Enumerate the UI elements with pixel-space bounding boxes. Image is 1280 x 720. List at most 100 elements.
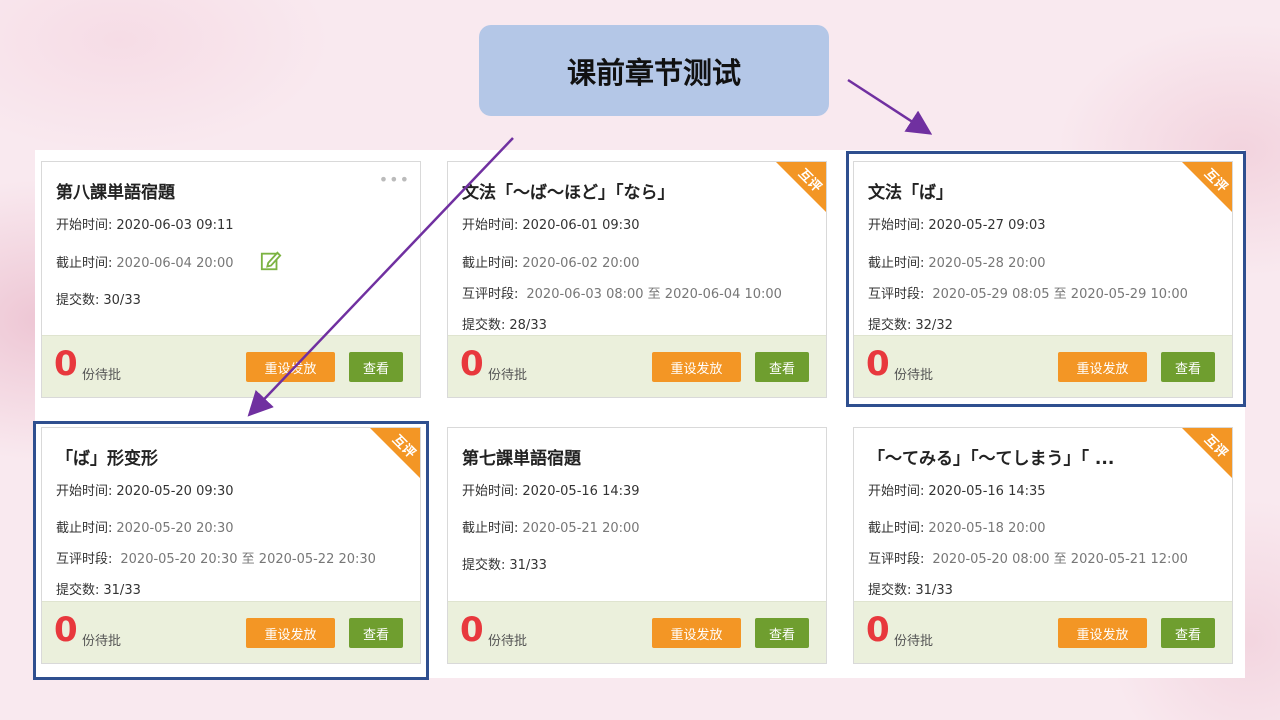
card-title[interactable]: 文法「ば」 (868, 178, 1192, 203)
submissions-row: 提交数: 32/32 (868, 314, 953, 333)
start-time-row: 开始时间: 2020-05-16 14:35 (868, 480, 1046, 499)
assignment-panel: ••• 第八課単語宿題 开始时间: 2020-06-03 09:11 截止时间: 2… (35, 150, 1245, 678)
card-title[interactable]: 第七課単語宿題 (462, 444, 786, 469)
reset-distribute-button[interactable]: 重设发放 (1058, 352, 1147, 382)
deadline-row: 截止时间: 2020-05-18 20:00 (868, 517, 1046, 536)
reset-distribute-button[interactable]: 重设发放 (652, 618, 741, 648)
reset-distribute-button[interactable]: 重设发放 (246, 352, 335, 382)
submissions-row: 提交数: 30/33 (56, 289, 141, 308)
submissions-value: 30/33 (103, 293, 141, 308)
submissions-label: 提交数: (868, 318, 912, 333)
submissions-label: 提交数: (462, 318, 506, 333)
deadline-row: 截止时间: 2020-06-04 20:00 (56, 252, 234, 271)
view-button[interactable]: 查看 (349, 618, 403, 648)
start-label: 开始时间: (462, 484, 519, 499)
peer-value: 2020-05-20 08:00 至 2020-05-21 12:00 (932, 552, 1188, 567)
reset-distribute-button[interactable]: 重设发放 (652, 352, 741, 382)
assignment-card: 互评 「ば」形变形 开始时间: 2020-05-20 09:30 截止时间: 202… (41, 427, 421, 664)
pending-label: 份待批 (488, 634, 528, 649)
peer-review-row: 互评时段: 2020-05-29 08:05 至 2020-05-29 10:00 (868, 283, 1188, 302)
deadline-label: 截止时间: (462, 256, 519, 271)
submissions-label: 提交数: (56, 293, 100, 308)
card-title[interactable]: 「ば」形变形 (56, 444, 380, 469)
reset-distribute-button[interactable]: 重设发放 (1058, 618, 1147, 648)
card-title[interactable]: 第八課単語宿題 (56, 178, 380, 203)
more-options-icon[interactable]: ••• (379, 170, 410, 189)
card-footer: 0 份待批 重设发放 查看 (448, 335, 826, 397)
start-time-row: 开始时间: 2020-06-01 09:30 (462, 214, 640, 233)
pending-count: 0 (866, 610, 890, 650)
peer-review-row: 互评时段: 2020-05-20 08:00 至 2020-05-21 12:00 (868, 548, 1188, 567)
view-button[interactable]: 查看 (755, 618, 809, 648)
peer-label: 互评时段: (868, 552, 925, 567)
submissions-value: 31/33 (103, 583, 141, 598)
card-title[interactable]: 「～てみる」「～てしまう」「 ... (868, 444, 1192, 469)
start-time-row: 开始时间: 2020-06-03 09:11 (56, 214, 234, 233)
reset-distribute-button[interactable]: 重设发放 (246, 618, 335, 648)
peer-review-row: 互评时段: 2020-06-03 08:00 至 2020-06-04 10:00 (462, 283, 782, 302)
view-button[interactable]: 查看 (1161, 618, 1215, 648)
pending-label: 份待批 (82, 368, 122, 383)
peer-label: 互评时段: (868, 287, 925, 302)
start-value: 2020-05-16 14:39 (522, 484, 640, 499)
start-label: 开始时间: (462, 218, 519, 233)
start-label: 开始时间: (868, 484, 925, 499)
pending-count: 0 (460, 610, 484, 650)
submissions-label: 提交数: (56, 583, 100, 598)
peer-value: 2020-05-29 08:05 至 2020-05-29 10:00 (932, 287, 1188, 302)
submissions-row: 提交数: 28/33 (462, 314, 547, 333)
deadline-row: 截止时间: 2020-05-21 20:00 (462, 517, 640, 536)
peer-value: 2020-05-20 20:30 至 2020-05-22 20:30 (120, 552, 376, 567)
start-value: 2020-05-16 14:35 (928, 484, 1046, 499)
deadline-value: 2020-06-04 20:00 (116, 256, 234, 271)
pending-label: 份待批 (82, 634, 122, 649)
start-value: 2020-05-27 09:03 (928, 218, 1046, 233)
submissions-row: 提交数: 31/33 (56, 579, 141, 598)
pending-label: 份待批 (488, 368, 528, 383)
deadline-row: 截止时间: 2020-06-02 20:00 (462, 252, 640, 271)
deadline-value: 2020-06-02 20:00 (522, 256, 640, 271)
deadline-value: 2020-05-21 20:00 (522, 521, 640, 536)
start-time-row: 开始时间: 2020-05-16 14:39 (462, 480, 640, 499)
view-button[interactable]: 查看 (755, 352, 809, 382)
assignment-card: 互评 文法「ば」 开始时间: 2020-05-27 09:03 截止时间: 2020… (853, 161, 1233, 398)
view-button[interactable]: 查看 (1161, 352, 1215, 382)
start-label: 开始时间: (868, 218, 925, 233)
peer-label: 互评时段: (462, 287, 519, 302)
arrow-to-right-card (847, 78, 933, 135)
pending-count: 0 (54, 344, 78, 384)
pending-label: 份待批 (894, 634, 934, 649)
submissions-label: 提交数: (462, 558, 506, 573)
submissions-value: 31/33 (915, 583, 953, 598)
deadline-label: 截止时间: (56, 256, 113, 271)
start-value: 2020-05-20 09:30 (116, 484, 234, 499)
peer-value: 2020-06-03 08:00 至 2020-06-04 10:00 (526, 287, 782, 302)
pending-count: 0 (866, 344, 890, 384)
edit-icon[interactable] (260, 250, 282, 272)
card-footer: 0 份待批 重设发放 查看 (42, 335, 420, 397)
deadline-label: 截止时间: (56, 521, 113, 536)
peer-label: 互评时段: (56, 552, 113, 567)
view-button[interactable]: 查看 (349, 352, 403, 382)
start-time-row: 开始时间: 2020-05-20 09:30 (56, 480, 234, 499)
submissions-row: 提交数: 31/33 (462, 554, 547, 573)
deadline-value: 2020-05-18 20:00 (928, 521, 1046, 536)
page-title: 课前章节测试 (479, 25, 829, 116)
deadline-row: 截止时间: 2020-05-20 20:30 (56, 517, 234, 536)
assignment-card: 互评 文法「～ば～ほど」「なら」 开始时间: 2020-06-01 09:30 截… (447, 161, 827, 398)
start-value: 2020-06-01 09:30 (522, 218, 640, 233)
start-time-row: 开始时间: 2020-05-27 09:03 (868, 214, 1046, 233)
assignment-card: 互评 「～てみる」「～てしまう」「 ... 开始时间: 2020-05-16 14… (853, 427, 1233, 664)
deadline-label: 截止时间: (462, 521, 519, 536)
pending-label: 份待批 (894, 368, 934, 383)
start-label: 开始时间: (56, 484, 113, 499)
card-title[interactable]: 文法「～ば～ほど」「なら」 (462, 178, 786, 203)
submissions-value: 32/32 (915, 318, 953, 333)
pending-count: 0 (460, 344, 484, 384)
assignment-card: ••• 第八課単語宿題 开始时间: 2020-06-03 09:11 截止时间: 2… (41, 161, 421, 398)
deadline-label: 截止时间: (868, 521, 925, 536)
submissions-value: 28/33 (509, 318, 547, 333)
pending-count: 0 (54, 610, 78, 650)
submissions-label: 提交数: (868, 583, 912, 598)
card-footer: 0 份待批 重设发放 查看 (448, 601, 826, 663)
